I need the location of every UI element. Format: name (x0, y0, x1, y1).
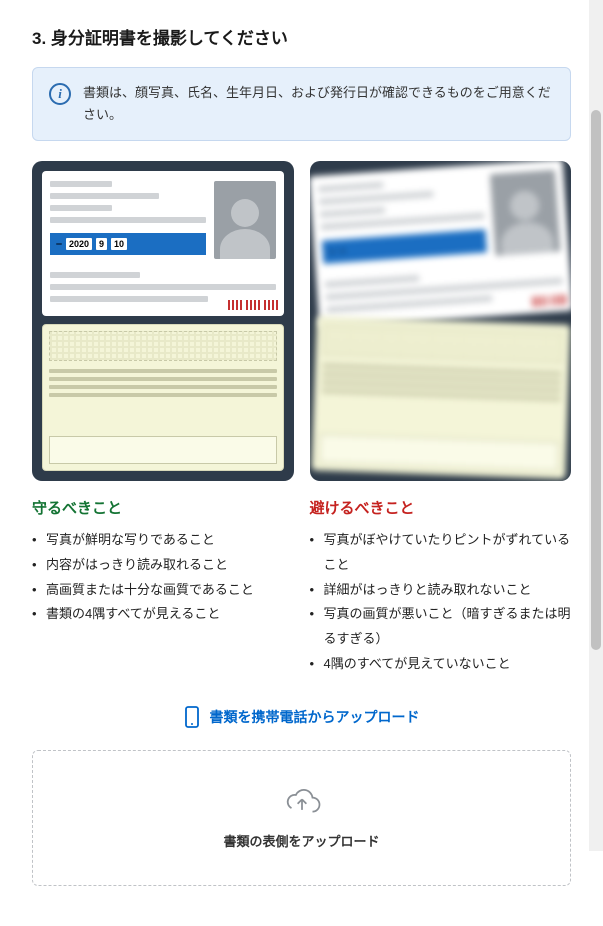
info-banner: i 書類は、顔写真、氏名、生年月日、および発行日が確認できるものをご用意ください… (32, 67, 571, 141)
list-item: 4隅のすべてが見えていないこと (310, 652, 572, 677)
list-item: 書類の4隅すべてが見えること (32, 602, 294, 627)
mobile-icon (184, 706, 200, 728)
list-item: 写真が鮮明な写りであること (32, 528, 294, 553)
list-item: 高画質または十分な画質であること (32, 578, 294, 603)
list-item: 詳細がはっきりと読み取れないこと (310, 578, 572, 603)
card-year: 2020 (66, 238, 92, 250)
cloud-upload-icon (281, 787, 323, 817)
id-card-front-blurred (310, 161, 572, 328)
info-text: 書類は、顔写真、氏名、生年月日、および発行日が確認できるものをご用意ください。 (83, 82, 554, 126)
good-example-image: 2020 9 10 (32, 161, 294, 481)
section-heading: 3. 身分証明書を撮影してください (32, 24, 571, 49)
bad-example-image (310, 161, 572, 481)
do-column: 守るべきこと 写真が鮮明な写りであること 内容がはっきり読み取れること 高画質ま… (32, 497, 294, 676)
info-icon: i (49, 83, 71, 105)
page-content: 3. 身分証明書を撮影してください i 書類は、顔写真、氏名、生年月日、および発… (0, 0, 603, 926)
id-card-back (42, 324, 284, 471)
do-title: 守るべきこと (32, 497, 294, 518)
dont-title: 避けるべきこと (310, 497, 572, 518)
good-example: 2020 9 10 (32, 161, 294, 481)
bad-example (310, 161, 572, 481)
do-list: 写真が鮮明な写りであること 内容がはっきり読み取れること 高画質または十分な画質… (32, 528, 294, 627)
guidelines-row: 守るべきこと 写真が鮮明な写りであること 内容がはっきり読み取れること 高画質ま… (32, 497, 571, 676)
dont-list: 写真がぼやけていたりピントがずれていること 詳細がはっきりと読み取れないこと 写… (310, 528, 572, 676)
dont-column: 避けるべきこと 写真がぼやけていたりピントがずれていること 詳細がはっきりと読み… (310, 497, 572, 676)
upload-from-mobile-link[interactable]: 書類を携帯電話からアップロード (32, 706, 571, 728)
upload-front-label: 書類の表側をアップロード (223, 831, 379, 850)
id-card-back-blurred (311, 316, 570, 479)
list-item: 写真の画質が悪いこと（暗すぎるまたは明るすぎる） (310, 602, 572, 651)
upload-front-dropzone[interactable]: 書類の表側をアップロード (32, 750, 571, 886)
card-day: 10 (111, 238, 127, 250)
id-card-front: 2020 9 10 (42, 171, 284, 316)
mobile-link-label: 書類を携帯電話からアップロード (210, 707, 420, 727)
list-item: 内容がはっきり読み取れること (32, 553, 294, 578)
id-photo-icon (214, 181, 276, 259)
list-item: 写真がぼやけていたりピントがずれていること (310, 528, 572, 577)
card-month: 9 (96, 238, 107, 250)
example-images-row: 2020 9 10 (32, 161, 571, 481)
